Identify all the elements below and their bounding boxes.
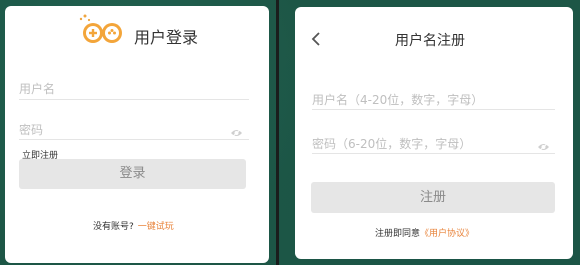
gamepad-logo-icon [76,13,128,53]
quick-trial-link[interactable]: 一键试玩 [138,222,174,232]
username-placeholder: 用户名 [19,82,56,96]
login-footer: 没有账号? 一键试玩 [93,219,174,232]
password-placeholder: 密码 [19,123,44,137]
register-card: 用户名注册 用户名（4-20位，数字，字母） 密码（6-20位，数字，字母） 注… [295,7,573,259]
no-account-text: 没有账号? [93,222,134,232]
login-button[interactable]: 登录 [19,159,246,189]
agreement-footer: 注册即同意《用户协议》 [375,226,474,239]
back-arrow-icon[interactable] [311,31,321,46]
eye-icon[interactable] [230,123,243,138]
user-agreement-link[interactable]: 《用户协议》 [420,229,474,239]
eye-icon[interactable] [537,137,550,152]
register-password-placeholder: 密码（6-20位，数字，字母） [312,137,472,151]
username-field[interactable]: 用户名 [19,72,249,100]
register-username-field[interactable]: 用户名（4-20位，数字，字母） [312,83,555,110]
agree-text: 注册即同意 [375,229,421,239]
login-title: 用户登录 [134,28,199,47]
register-button[interactable]: 注册 [311,182,555,213]
login-card: 用户登录 用户名 密码 立即注册 登录 没有账号? 一键试玩 [5,6,269,263]
register-title: 用户名注册 [395,33,465,49]
register-password-field[interactable]: 密码（6-20位，数字，字母） [312,127,555,154]
panel-divider [276,0,279,265]
password-field[interactable]: 密码 [19,112,249,140]
register-username-placeholder: 用户名（4-20位，数字，字母） [312,93,484,107]
